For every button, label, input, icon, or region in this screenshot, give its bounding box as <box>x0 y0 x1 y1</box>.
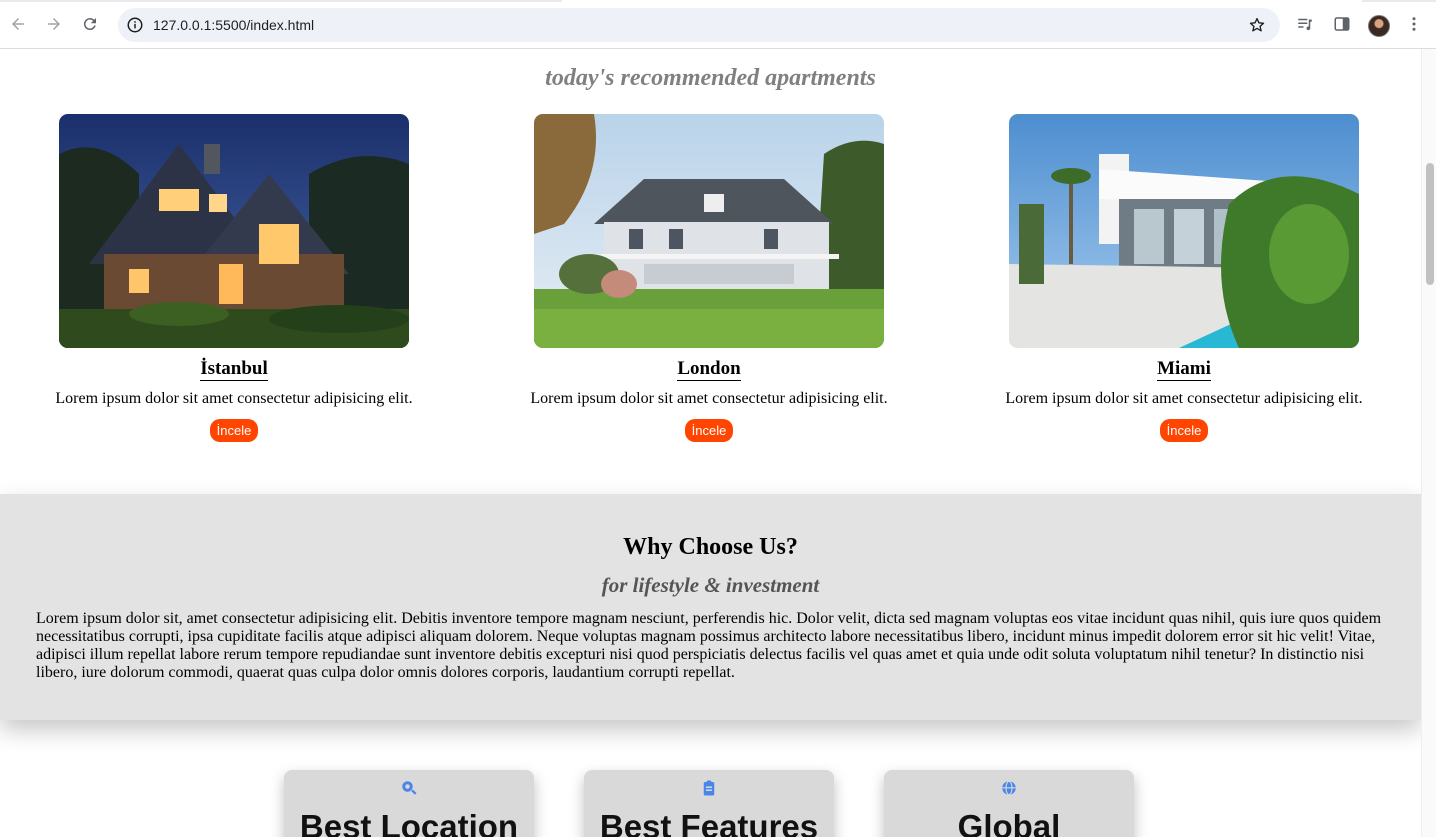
media-queue-icon[interactable] <box>1296 15 1314 33</box>
scrollbar-thumb[interactable] <box>1426 163 1434 285</box>
apartment-card: London Lorem ipsum dolor sit amet consec… <box>509 114 909 442</box>
apartment-photo-london <box>534 114 884 348</box>
feature-card-best-location: Best Location <box>284 770 534 837</box>
page-viewport: today's recommended apartments İstanbul … <box>0 49 1421 837</box>
city-name: London <box>677 358 741 381</box>
apartment-description: Lorem ipsum dolor sit amet consectetur a… <box>530 390 888 407</box>
apartment-card: Miami Lorem ipsum dolor sit amet consect… <box>984 114 1384 442</box>
why-title: Why Choose Us? <box>623 534 798 560</box>
site-info-icon[interactable] <box>126 16 144 34</box>
city-name: Miami <box>1157 358 1211 381</box>
page-scrollbar[interactable] <box>1421 49 1436 837</box>
reload-icon <box>83 18 96 31</box>
side-panel-icon[interactable] <box>1333 15 1351 33</box>
why-choose-us-section: Why Choose Us? for lifestyle & investmen… <box>0 494 1421 720</box>
reload-button[interactable] <box>78 12 102 36</box>
city-name: İstanbul <box>200 358 268 381</box>
incele-button[interactable]: İncele <box>1159 419 1209 442</box>
back-button[interactable] <box>6 12 30 36</box>
bookmark-star-icon[interactable] <box>1248 16 1266 34</box>
feature-card-best-features: Best Features <box>584 770 834 837</box>
feature-title: Global <box>957 808 1061 837</box>
feature-title: Best Features <box>599 808 819 837</box>
feature-card-global: Global <box>884 770 1134 837</box>
arrow-right-icon <box>48 18 60 30</box>
clipboard-icon <box>703 780 715 796</box>
browser-toolbar: 127.0.0.1:5500/index.html <box>0 0 1436 49</box>
why-text: Lorem ipsum dolor sit, amet consectetur … <box>36 610 1382 681</box>
kebab-menu-icon[interactable] <box>1405 15 1423 33</box>
magnifier-icon <box>402 781 417 795</box>
tab-strip <box>0 0 1436 2</box>
arrow-left-icon <box>12 18 24 30</box>
forward-button[interactable] <box>42 12 66 36</box>
apartment-description: Lorem ipsum dolor sit amet consectetur a… <box>55 390 413 407</box>
incele-button[interactable]: İncele <box>209 419 259 442</box>
apartment-description: Lorem ipsum dolor sit amet consectetur a… <box>1005 390 1363 407</box>
url-text[interactable]: 127.0.0.1:5500/index.html <box>153 16 314 34</box>
apartment-card: İstanbul Lorem ipsum dolor sit amet cons… <box>34 114 434 442</box>
address-bar[interactable]: 127.0.0.1:5500/index.html <box>118 8 1280 42</box>
apartment-photo-miami <box>1009 114 1359 348</box>
feature-title: Best Location <box>299 808 519 837</box>
profile-avatar[interactable] <box>1368 15 1390 37</box>
recommended-title: today's recommended apartments <box>545 65 876 91</box>
apartment-photo-istanbul <box>59 114 409 348</box>
globe-icon <box>1002 780 1016 796</box>
incele-button[interactable]: İncele <box>684 419 734 442</box>
why-subtitle: for lifestyle & investment <box>601 573 820 597</box>
